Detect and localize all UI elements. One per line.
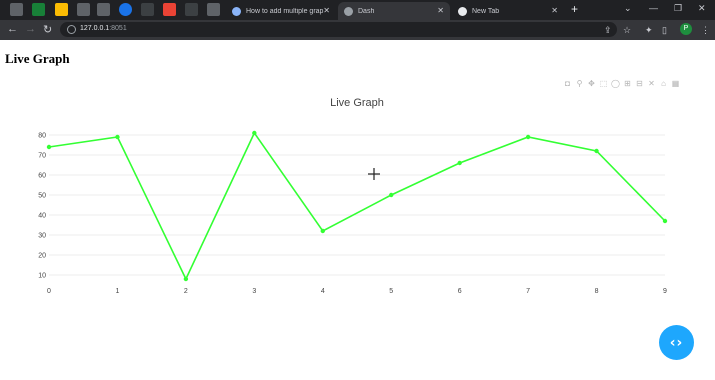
x-tick-label: 5 — [389, 288, 393, 295]
new-tab-plus-icon[interactable]: + — [571, 2, 578, 16]
x-axis: 0 1 2 3 4 5 6 7 8 9 — [47, 288, 667, 295]
drive-pinned-tab-icon[interactable] — [55, 3, 68, 16]
data-point — [662, 218, 668, 224]
back-arrow-icon[interactable]: ← — [7, 23, 18, 35]
tab-search-chevron-icon[interactable]: ⌄ — [624, 3, 632, 14]
reset-axes-icon[interactable]: ⌂ — [659, 79, 668, 88]
y-tick-label: 10 — [38, 273, 46, 280]
line-chart[interactable]: Live Graph 10 20 30 40 50 60 70 80 0 1 2 3 4 5 6 7 8 9 — [0, 90, 715, 305]
forward-arrow-icon[interactable]: → — [25, 23, 36, 35]
x-tick-label: 6 — [458, 288, 462, 295]
x-tick-label: 3 — [252, 288, 256, 295]
pinned-tab-icon[interactable] — [10, 3, 23, 16]
data-point — [115, 134, 120, 140]
pan-icon[interactable]: ✥ — [587, 79, 596, 88]
data-point — [46, 144, 52, 150]
url-text: 127.0.0.1:8051 — [80, 25, 127, 32]
x-tick-label: 8 — [595, 288, 599, 295]
pinned-tab-icon[interactable] — [77, 3, 90, 16]
data-point — [389, 192, 394, 198]
address-bar[interactable]: 127.0.0.1:8051 — [60, 22, 617, 37]
tab-label: New Tab — [472, 7, 500, 15]
close-tab-icon[interactable]: ✕ — [551, 6, 558, 15]
box-select-icon[interactable]: ⬚ — [599, 79, 608, 88]
tab-label: Dash — [358, 7, 375, 15]
x-tick-label: 0 — [47, 288, 51, 295]
y-tick-label: 60 — [38, 173, 46, 180]
code-brackets-icon: ‹› — [669, 334, 684, 351]
y-tick-label: 80 — [38, 133, 46, 140]
chart-grid — [49, 134, 665, 276]
autoscale-icon[interactable]: ✕ — [647, 79, 656, 88]
dash-debug-button[interactable]: ‹› — [659, 325, 694, 360]
y-tick-label: 40 — [38, 213, 46, 220]
extensions-puzzle-icon[interactable]: ✦ — [645, 25, 653, 36]
x-tick-label: 4 — [321, 288, 325, 295]
zoom-in-icon[interactable]: ⊞ — [623, 79, 632, 88]
dash-favicon-icon — [344, 6, 353, 16]
y-tick-label: 50 — [38, 193, 46, 200]
lasso-select-icon[interactable]: ◯ — [611, 79, 620, 88]
data-point — [594, 148, 599, 154]
close-window-icon[interactable]: ✕ — [698, 3, 706, 14]
x-tick-label: 9 — [663, 288, 667, 295]
side-panel-icon[interactable]: ▯ — [662, 25, 667, 36]
data-point — [183, 276, 189, 282]
pinned-tab-icon[interactable] — [141, 3, 154, 16]
data-point — [252, 130, 257, 136]
tab-dash[interactable]: Dash ✕ — [338, 2, 450, 20]
plotly-logo-icon[interactable]: ▦ — [671, 79, 680, 88]
chart-series — [46, 130, 668, 282]
crosshair-cursor-icon — [368, 168, 380, 180]
data-point — [525, 134, 531, 140]
bookmark-star-icon[interactable]: ☆ — [623, 25, 631, 36]
page-title: Live Graph — [5, 51, 70, 66]
page-favicon-icon — [232, 6, 241, 16]
pinned-tab-icon[interactable] — [207, 3, 220, 16]
camera-icon[interactable]: ◘ — [563, 79, 572, 88]
data-point — [320, 228, 325, 234]
x-tick-label: 2 — [184, 288, 188, 295]
zoom-out-icon[interactable]: ⊟ — [635, 79, 644, 88]
x-tick-label: 7 — [526, 288, 530, 295]
share-icon[interactable]: ⇪ — [604, 25, 612, 36]
chart-title: Live Graph — [330, 97, 384, 109]
tab-label: How to add multiple grap — [246, 7, 324, 15]
y-tick-label: 30 — [38, 233, 46, 240]
close-tab-icon[interactable]: ✕ — [437, 6, 444, 15]
x-tick-label: 1 — [115, 288, 119, 295]
menu-kebab-icon[interactable]: ⋮ — [701, 25, 710, 36]
data-point — [457, 160, 462, 166]
browser-toolbar: ← → ↻ 127.0.0.1:8051 ⇪ ☆ ✦ ▯ ⋮ — [0, 20, 715, 40]
zoom-icon[interactable]: ⚲ — [575, 79, 584, 88]
chrome-favicon-icon — [458, 6, 467, 16]
y-axis: 10 20 30 40 50 60 70 80 — [38, 133, 46, 280]
tab-how-to-add[interactable]: How to add multiple grap ✕ — [226, 2, 336, 20]
tab-new-tab[interactable]: New Tab ✕ — [452, 2, 564, 20]
close-tab-icon[interactable]: ✕ — [323, 6, 330, 15]
minimize-icon[interactable]: — — [649, 3, 658, 13]
pinned-tab-icon[interactable] — [185, 3, 198, 16]
reload-icon[interactable]: ↻ — [43, 23, 52, 36]
profile-avatar[interactable]: P — [680, 23, 692, 35]
pinned-tab-icon[interactable] — [97, 3, 110, 16]
y-tick-label: 70 — [38, 153, 46, 160]
site-info-icon[interactable] — [67, 25, 76, 34]
gmail-pinned-tab-icon[interactable] — [163, 3, 176, 16]
browser-tab-strip: How to add multiple grap ✕ Dash ✕ New Ta… — [0, 0, 715, 20]
y-tick-label: 20 — [38, 253, 46, 260]
sheets-pinned-tab-icon[interactable] — [32, 3, 45, 16]
restore-icon[interactable]: ❐ — [674, 3, 682, 14]
pinned-tab-icon[interactable] — [119, 3, 132, 16]
